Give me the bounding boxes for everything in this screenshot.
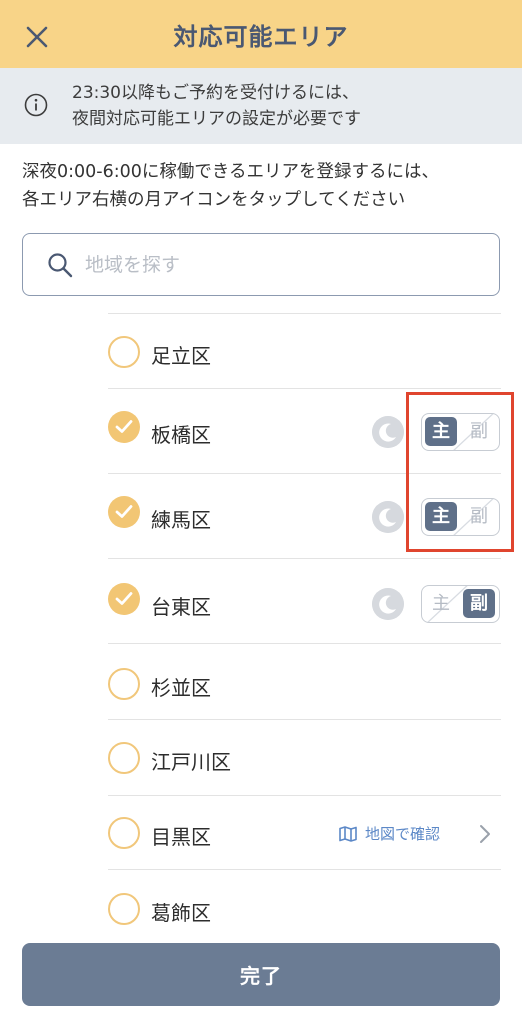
map-confirm-label: 地図で確認 [365,825,441,843]
instruction-text: 深夜0:00-6:00に稼働できるエリアを登録するには、 各エリア右横の月アイコ… [22,158,439,214]
area-label: 板橋区 [151,423,211,447]
moon-icon[interactable] [372,501,404,533]
notice-text: 23:30以降もご予約を受付けるには、 夜間対応可能エリアの設定が必要です [72,80,361,132]
area-checkbox-unchecked[interactable] [108,742,140,774]
area-label: 江戸川区 [151,750,231,774]
area-row-taito[interactable]: 台東区 主 副 [108,559,501,644]
header-bar: 対応可能エリア [0,0,522,68]
area-row-katsushika[interactable]: 葛飾区 [108,870,501,946]
area-label: 目黒区 [151,825,211,849]
area-label: 台東区 [151,595,211,619]
area-row-meguro[interactable]: 目黒区 地図で確認 [108,796,501,870]
area-checkbox-unchecked[interactable] [108,893,140,925]
map-icon [339,825,357,842]
area-checkbox-checked[interactable] [108,496,140,528]
area-row-suginami[interactable]: 杉並区 [108,644,501,720]
search-input[interactable] [85,253,465,276]
page-title: 対応可能エリア [173,22,349,51]
notice-line-2: 夜間対応可能エリアの設定が必要です [72,109,361,129]
chevron-right-icon[interactable] [478,824,492,844]
moon-icon[interactable] [372,588,404,620]
done-button[interactable]: 完了 [22,943,500,1006]
search-icon [48,252,73,277]
area-label: 練馬区 [151,508,211,532]
map-confirm-link[interactable]: 地図で確認 [339,823,440,844]
search-box[interactable] [22,233,500,296]
area-row-adachi[interactable]: 足立区 [108,314,501,389]
area-label: 足立区 [151,344,211,368]
area-checkbox-unchecked[interactable] [108,817,140,849]
close-icon[interactable] [22,20,52,50]
instruction-line-2: 各エリア右横の月アイコンをタップしてください [22,190,406,210]
info-icon [24,93,48,117]
area-checkbox-checked[interactable] [108,583,140,615]
moon-icon[interactable] [372,416,404,448]
area-checkbox-checked[interactable] [108,411,140,443]
notice-line-1: 23:30以降もご予約を受付けるには、 [72,83,359,103]
toggle-secondary-option[interactable]: 副 [463,589,495,618]
area-label: 葛飾区 [151,901,211,925]
highlight-annotation-box [406,392,514,552]
area-row-edogawa[interactable]: 江戸川区 [108,720,501,796]
primary-secondary-toggle[interactable]: 主 副 [421,585,500,623]
area-checkbox-unchecked[interactable] [108,668,140,700]
toggle-primary-option[interactable]: 主 [425,589,457,618]
area-checkbox-unchecked[interactable] [108,336,140,368]
instruction-line-1: 深夜0:00-6:00に稼働できるエリアを登録するには、 [22,162,440,182]
area-label: 杉並区 [151,676,211,700]
